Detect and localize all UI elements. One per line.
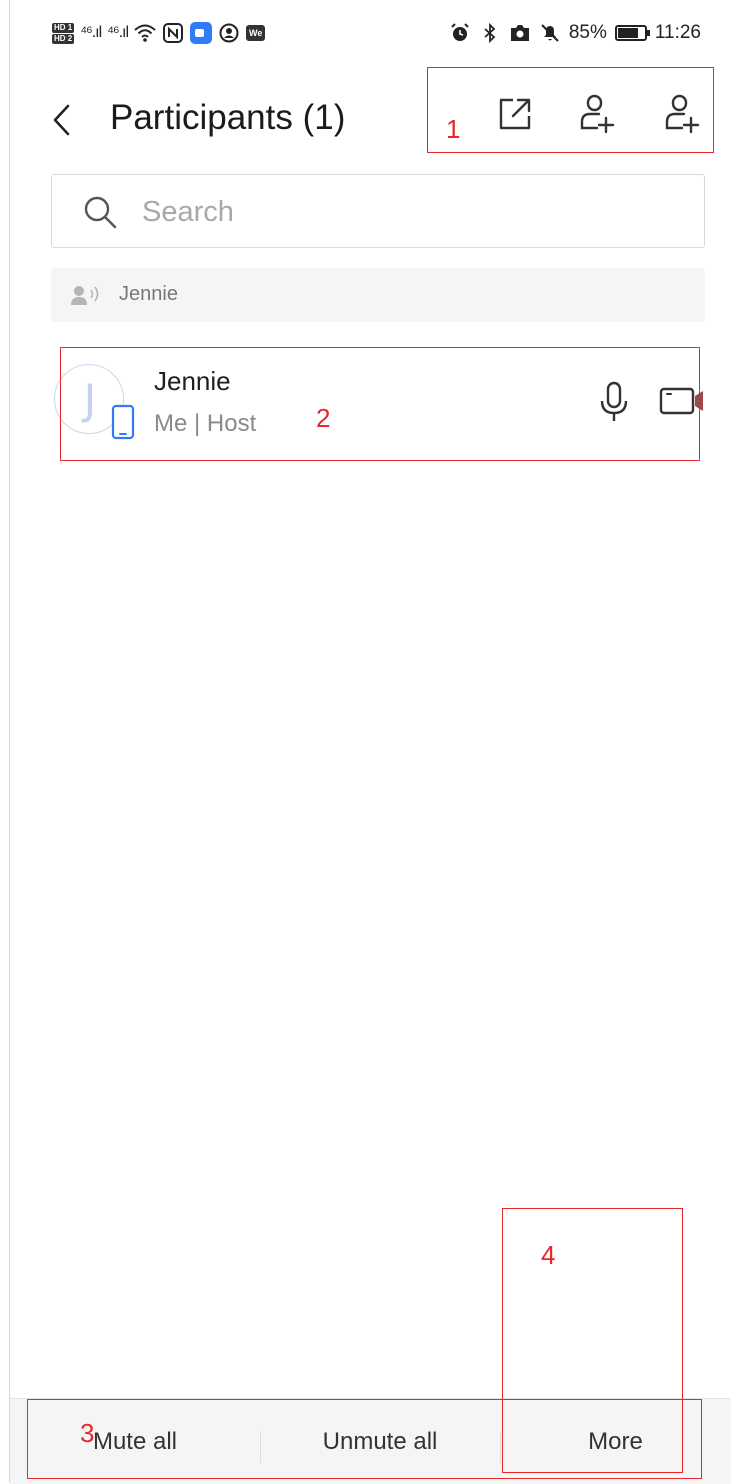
more-button[interactable]: More [500,1399,731,1484]
mute-all-button[interactable]: Mute all [10,1399,260,1484]
participant-role: Me | Host [154,410,257,437]
nfc-icon [162,22,184,44]
battery-icon [614,25,650,41]
status-bar: HD 1 HD 2 ⁴⁶.ıl ⁴⁶.ıl We 85% 11:26 [0,0,731,64]
hd2-badge: HD 2 [52,33,75,44]
search-box[interactable] [51,174,705,248]
hd1-badge: HD 1 [52,22,75,33]
back-icon[interactable] [48,100,76,140]
meeting-app-icon [190,22,213,44]
vpn-shield-icon [218,22,240,44]
wifi-icon [134,22,156,44]
annotation-label-3: 3 [80,1418,95,1448]
mute-bell-icon [539,22,561,44]
active-speaker-name: Jennie [119,283,178,305]
signal-2-icon: ⁴⁶.ıl [107,24,129,41]
bottom-action-bar: Mute all Unmute all More [10,1398,731,1484]
search-input[interactable] [140,189,684,235]
page-title: Participants (1) [110,98,346,137]
active-speaker-banner: Jennie [51,268,705,322]
battery-percent: 85% [568,22,607,43]
signal-1-icon: ⁴⁶.ıl [80,24,102,41]
bluetooth-icon [479,22,501,44]
share-icon[interactable] [493,92,537,136]
annotation-label-1: 1 [446,114,461,144]
mobile-device-icon [111,404,135,440]
search-icon [82,194,118,230]
status-right-icons: 85% 11:26 [449,18,701,48]
status-left-icons: HD 1 HD 2 ⁴⁶.ıl ⁴⁶.ıl We [52,18,266,48]
microphone-icon[interactable] [599,381,629,423]
add-participant-icon[interactable] [573,92,617,136]
annotation-label-2: 2 [316,403,331,433]
camera-icon[interactable] [659,386,705,416]
annotation-label-4: 4 [541,1240,556,1270]
camera-status-icon [509,22,531,44]
battery-fill [617,28,638,38]
clock: 11:26 [654,22,701,43]
invite-participant-icon[interactable] [658,92,702,136]
we-app-icon: We [246,25,266,41]
speaking-icon [71,284,101,306]
hd-badges: HD 1 HD 2 [52,22,75,44]
header-bar: Participants (1) [0,80,731,160]
participant-name: Jennie [154,366,231,396]
participant-row[interactable]: J Jennie Me | Host [51,336,711,460]
unmute-all-button[interactable]: Unmute all [260,1399,500,1484]
screen-left-edge [9,0,10,1483]
alarm-icon [449,22,471,44]
